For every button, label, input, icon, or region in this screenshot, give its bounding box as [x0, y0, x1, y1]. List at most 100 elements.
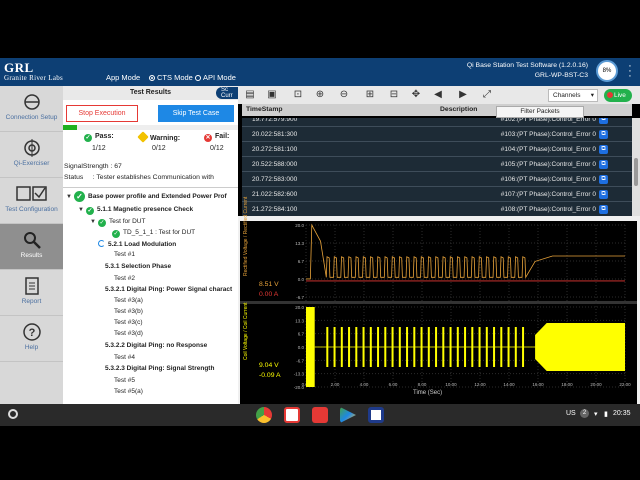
tree-node[interactable]: Test #3(c) — [114, 319, 143, 326]
checkbox-list-icon — [16, 186, 47, 201]
tree-node[interactable]: Test #5 — [114, 377, 135, 384]
tree-node-label: 5.3.2.2 Digital Ping: no Response — [105, 342, 208, 349]
tree-node[interactable]: Test #3(d) — [114, 330, 143, 337]
tree-node[interactable]: ▼ ✓ 5.1.1 Magnetic presence Check — [78, 206, 193, 215]
channels-dropdown[interactable]: Channels ▾ — [548, 89, 598, 102]
tree-node[interactable]: Test #4 — [114, 354, 135, 361]
packet-row[interactable]: 21.022:582:600 #107:(PT Phase):Control_Er… — [242, 187, 632, 202]
packet-row[interactable]: 19.772:579:900 #102:(PT Phase):Control_Er… — [242, 118, 632, 127]
zoom-fit-icon[interactable]: ⊡ — [292, 89, 304, 100]
copy-icon[interactable]: ⧉ — [599, 205, 608, 214]
prev-icon[interactable]: ◀ — [432, 89, 444, 100]
sidebar-item-help[interactable]: ? Help — [0, 316, 63, 362]
zoom-in-icon[interactable]: ⊕ — [314, 89, 326, 100]
sidebar-item-report[interactable]: Report — [0, 270, 63, 316]
tree-node[interactable]: Test #3(a) — [114, 297, 143, 304]
description-column-header[interactable]: Description — [440, 106, 477, 113]
battery-icon[interactable]: ▮ — [604, 410, 608, 418]
rectified-voltage-trace — [306, 223, 625, 280]
sidebar-item-label: Qi-Exerciser — [13, 160, 50, 167]
packet-row[interactable]: 20.022:581:300 #103:(PT Phase):Control_Er… — [242, 127, 632, 142]
filter-packets-button[interactable]: Filter Packets — [496, 106, 584, 118]
live-toggle[interactable]: Live — [604, 89, 632, 102]
zoom-x-icon[interactable]: ⊞ — [364, 89, 376, 100]
sidebar-item-qi-exerciser[interactable]: Qi-Exerciser — [0, 132, 63, 178]
copy-icon[interactable]: ⧉ — [599, 145, 608, 154]
clock[interactable]: 20:35 — [613, 410, 631, 417]
chevron-down-icon[interactable]: ▼ — [66, 194, 74, 200]
tree-node[interactable]: 5.2.1 Load Modulation — [98, 240, 176, 248]
sidebar-item-test-configuration[interactable]: Test Configuration — [0, 178, 63, 224]
scope-waveforms: 20.0 13.3 6.7 0.0 -6.7 20.0 13.3 6.7 0.0 -6.7 -13.… — [240, 223, 637, 390]
tree-node[interactable]: 5.3.2.1 Digital Ping: Power Signal chara… — [105, 286, 232, 293]
tree-node[interactable]: ▼ ✓ Base power profile and Extended Power … — [66, 191, 227, 202]
youtube-icon[interactable] — [312, 407, 328, 423]
tree-node[interactable]: 5.3.2.2 Digital Ping: no Response — [105, 342, 207, 349]
copy-icon[interactable]: ⧉ — [599, 190, 608, 199]
sidebar-item-results[interactable]: Results — [0, 224, 63, 270]
copy-icon[interactable]: ⧉ — [599, 118, 608, 124]
notification-badge[interactable]: 2 — [580, 409, 589, 418]
coil-pulse — [406, 327, 409, 367]
tree-node[interactable]: ✓ TD_5_1_1 : Test for DUT — [112, 229, 195, 238]
tree-node[interactable]: Test #3(b) — [114, 308, 143, 315]
packet-row[interactable]: 21.272:584:100 #108:(PT Phase):Control_Er… — [242, 202, 632, 216]
tree-node-label: Test #3(a) — [114, 297, 143, 304]
more-menu-icon[interactable]: · · · — [626, 61, 634, 82]
copy-icon[interactable]: ⧉ — [599, 160, 608, 169]
skip-test-case-button[interactable]: Skip Test Case — [158, 105, 234, 122]
coil-pulse — [471, 327, 474, 367]
packet-row[interactable]: 20.772:583:000 #106:(PT Phase):Control_Er… — [242, 172, 632, 187]
packet-timestamp: 20.272:581:100 — [252, 146, 298, 153]
next-icon[interactable]: ▶ — [457, 89, 469, 100]
target-icon — [24, 139, 40, 157]
zoom-y-icon[interactable]: ⊟ — [388, 89, 400, 100]
bottom-channel-label: Coil Voltage / Coil Current — [243, 302, 249, 360]
coil-pulse — [413, 327, 416, 367]
status-gauge: 8% — [596, 60, 618, 82]
chevron-down-icon[interactable]: ▼ — [90, 219, 98, 225]
packet-table: 19.772:579:900 #102:(PT Phase):Control_Er… — [242, 118, 632, 216]
x-tick-label: 14.00 — [503, 382, 515, 387]
timestamp-column-header[interactable]: TimeStamp — [246, 106, 283, 113]
coil-pulse — [333, 327, 336, 367]
tree-node[interactable]: ▼ ✓ Test for DUT — [90, 218, 145, 227]
status-text: : Tester establishes Communication with — [92, 174, 214, 181]
pan-icon[interactable]: ✥ — [410, 89, 422, 100]
tree-node[interactable]: Test #1 — [114, 251, 135, 258]
chrome-icon[interactable] — [256, 407, 272, 423]
tree-node[interactable]: Test #2 — [114, 275, 135, 282]
tree-node[interactable]: 5.3.2.3 Digital Ping: Signal Strength — [105, 365, 214, 372]
tree-node[interactable]: Test #5(a) — [114, 388, 143, 395]
stop-execution-button[interactable]: Stop Execution — [66, 105, 138, 122]
launcher-icon[interactable] — [8, 409, 18, 419]
locale-indicator[interactable]: US — [566, 410, 576, 417]
packet-row[interactable]: 20.272:581:100 #104:(PT Phase):Control_Er… — [242, 142, 632, 157]
packet-timestamp: 20.522:588:000 — [252, 161, 298, 168]
app-window-icon[interactable] — [368, 407, 384, 423]
scrollbar-thumb[interactable] — [634, 158, 638, 186]
x-tick-label: 6.00 — [389, 382, 398, 387]
packet-scrollbar[interactable] — [632, 118, 640, 216]
sidebar-item-label: Help — [24, 344, 39, 351]
copy-icon[interactable]: ⧉ — [599, 130, 608, 139]
packet-row[interactable]: 20.522:588:000 #105:(PT Phase):Control_Er… — [242, 157, 632, 172]
tree-node[interactable]: 5.3.1 Selection Phase — [105, 263, 171, 270]
file-icon[interactable]: ▤ — [244, 89, 256, 100]
fit-icon[interactable]: ⤢ — [481, 89, 493, 100]
gmail-icon[interactable] — [284, 407, 300, 423]
sidebar-item-connection-setup[interactable]: Connection Setup — [0, 86, 63, 132]
zoom-out-icon[interactable]: ⊖ — [338, 89, 350, 100]
chevron-down-icon[interactable]: ▼ — [78, 207, 86, 213]
status-row: Status : Tester establishes Communicatio… — [64, 174, 238, 181]
check-icon: ✓ — [86, 207, 94, 215]
api-mode-radio[interactable]: API Mode — [195, 73, 236, 82]
tree-node-label: Test for DUT — [109, 218, 146, 225]
packet-timestamp: 20.772:583:000 — [252, 176, 298, 183]
bottom-y-tick-label: -6.7 — [296, 358, 304, 363]
cts-mode-radio[interactable]: CTS Mode — [149, 73, 193, 82]
scurr-toggle[interactable]: Sc Curr — [216, 87, 238, 99]
wifi-icon[interactable]: ▾ — [594, 410, 598, 418]
copy-icon[interactable]: ⧉ — [599, 175, 608, 184]
save-icon[interactable]: ▣ — [266, 89, 278, 100]
